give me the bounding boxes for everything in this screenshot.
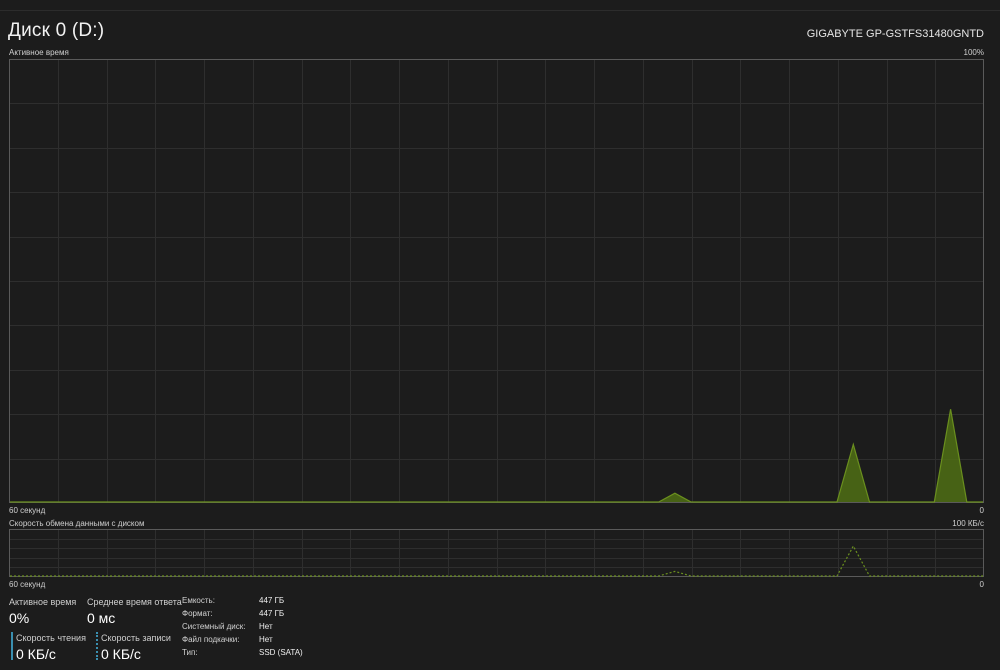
active-time-max-label: 100%	[963, 48, 984, 57]
transfer-x-left-label: 60 секунд	[9, 580, 46, 589]
property-format-value: 447 ГБ	[259, 609, 285, 618]
write-speed-stat-value: 0 КБ/с	[101, 646, 141, 662]
read-speed-indicator-bar	[11, 632, 13, 660]
window-top-divider	[0, 0, 1000, 11]
active-time-chart-label: Активное время	[9, 48, 69, 57]
property-pagefile-value: Нет	[259, 635, 273, 644]
active-time-stat-value: 0%	[9, 610, 30, 626]
write-speed-stat-label: Скорость записи	[101, 633, 171, 643]
transfer-rate-chart	[9, 529, 984, 577]
property-system-disk-label: Системный диск:	[182, 622, 246, 631]
page-title: Диск 0 (D:)	[8, 20, 105, 41]
write-speed-indicator-bar	[96, 632, 98, 660]
property-system-disk-value: Нет	[259, 622, 273, 631]
avg-response-stat-value: 0 мс	[87, 610, 116, 626]
disk-model: GIGABYTE GP-GSTFS31480GNTD	[806, 28, 984, 40]
property-format-label: Формат:	[182, 609, 213, 618]
transfer-x-right-label: 0	[979, 580, 984, 589]
property-capacity-value: 447 ГБ	[259, 596, 285, 605]
active-time-stat-label: Активное время	[9, 597, 77, 607]
active-time-x-right-label: 0	[979, 506, 984, 515]
property-type-value: SSD (SATA)	[259, 648, 303, 657]
property-pagefile-label: Файл подкачки:	[182, 635, 240, 644]
avg-response-stat-label: Среднее время ответа	[87, 597, 182, 607]
read-speed-stat-label: Скорость чтения	[16, 633, 86, 643]
transfer-chart-label: Скорость обмена данными с диском	[9, 519, 145, 528]
property-capacity-label: Емкость:	[182, 596, 215, 605]
transfer-max-label: 100 КБ/с	[952, 519, 984, 528]
active-time-chart	[9, 59, 984, 503]
property-type-label: Тип:	[182, 648, 198, 657]
active-time-x-left-label: 60 секунд	[9, 506, 46, 515]
read-speed-stat-value: 0 КБ/с	[16, 646, 56, 662]
